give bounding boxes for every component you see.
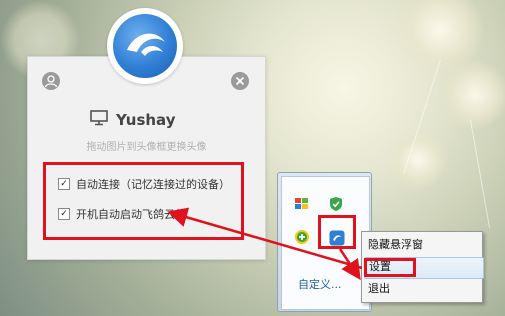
desktop-background: Yushay 拖动图片到头像框更换头像 ✓ 自动连接（记忆连接过的设备） ✓ 开… [0, 0, 505, 316]
arrow-to-options [167, 207, 363, 270]
annotation-arrows [167, 207, 363, 281]
